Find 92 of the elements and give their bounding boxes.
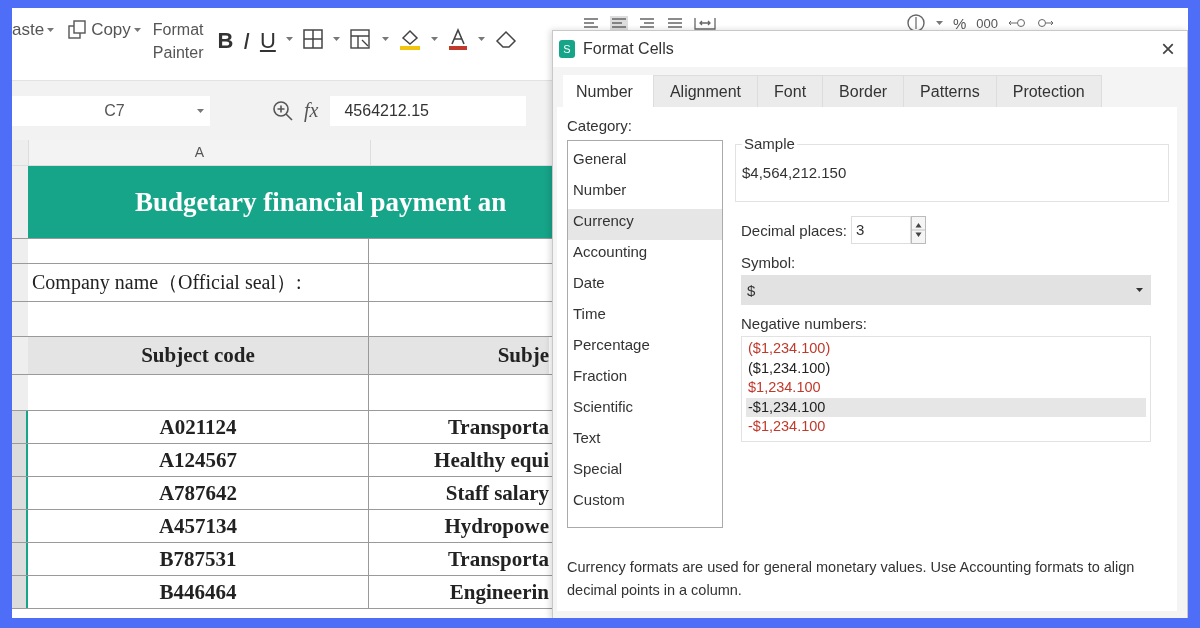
row-header[interactable]	[12, 510, 28, 542]
merge-icon[interactable]	[694, 16, 716, 30]
name-box[interactable]: C7	[12, 95, 210, 126]
category-item[interactable]: Custom	[568, 488, 722, 519]
caret-icon	[1136, 288, 1143, 292]
row-header[interactable]	[12, 477, 28, 509]
category-item[interactable]: Fraction	[568, 364, 722, 395]
symbol-label: Symbol:	[741, 254, 797, 271]
category-item[interactable]: Text	[568, 426, 722, 457]
row-header[interactable]	[12, 543, 28, 575]
category-item[interactable]: Currency	[568, 209, 722, 240]
table-cell: A457134	[28, 510, 369, 542]
column-header[interactable]: A	[29, 140, 371, 165]
underline-button[interactable]: U	[259, 28, 276, 54]
negative-format-item[interactable]: $1,234.100	[746, 378, 1146, 398]
dialog-tab[interactable]: Patterns	[903, 75, 997, 107]
sample-value: $4,564,212.150	[742, 164, 848, 181]
decimal-places-label: Decimal places:	[741, 221, 847, 239]
dialog-tab[interactable]: Protection	[995, 75, 1102, 107]
category-item[interactable]: Date	[568, 271, 722, 302]
category-label: Category:	[567, 117, 634, 134]
copy-button[interactable]: Copy	[91, 20, 131, 40]
table-cell: B446464	[28, 576, 369, 608]
eraser-icon[interactable]	[494, 29, 517, 49]
function-label[interactable]: fx	[304, 99, 319, 122]
symbol-dropdown[interactable]: $	[741, 275, 1151, 305]
category-item[interactable]: Number	[568, 178, 722, 209]
zoom-icon[interactable]	[272, 99, 294, 122]
caret-icon	[47, 28, 55, 32]
negative-format-item[interactable]: ($1,234.100)	[746, 358, 1146, 378]
bold-button[interactable]: B	[217, 28, 234, 54]
cell-style-icon[interactable]	[349, 29, 372, 49]
paste-button[interactable]: aste	[12, 20, 45, 40]
table-cell-text: Engineerin	[448, 578, 549, 606]
table-cell: A124567	[28, 444, 369, 476]
table-cell-text: Transporta	[446, 545, 549, 573]
table-cell-text: Transporta	[446, 413, 549, 441]
percent-button[interactable]: %	[953, 14, 967, 32]
caret-icon	[936, 21, 943, 25]
align-icon[interactable]	[666, 16, 684, 30]
copy-icon	[68, 20, 89, 40]
caret-icon	[381, 37, 389, 41]
category-item[interactable]: Scientific	[568, 395, 722, 426]
table-cell: A787642	[28, 477, 369, 509]
table-cell-text: Healthy equi	[433, 446, 549, 474]
negative-format-item[interactable]: -$1,234.100	[746, 397, 1146, 417]
format-painter-button[interactable]: Format Painter	[152, 18, 204, 64]
category-item[interactable]: Percentage	[568, 333, 722, 364]
caret-icon	[477, 37, 485, 41]
align-icon[interactable]	[582, 16, 600, 30]
app-icon: S	[559, 40, 575, 58]
caret-icon	[197, 108, 204, 113]
caret-icon	[285, 37, 293, 41]
category-item[interactable]: Time	[568, 302, 722, 333]
font-color-icon[interactable]	[447, 28, 468, 50]
caret-icon	[332, 37, 340, 41]
dialog-tab[interactable]: Border	[822, 75, 905, 107]
negative-format-item[interactable]: -$1,234.100	[746, 417, 1146, 437]
dialog-tab[interactable]: Font	[757, 75, 824, 107]
column-header: Subje	[369, 337, 549, 374]
borders-icon[interactable]	[302, 29, 323, 49]
dialog-tab[interactable]: Number	[563, 75, 654, 107]
currency-icon[interactable]	[906, 14, 926, 32]
dialog-title: Format Cells	[583, 40, 675, 58]
decimal-places-field[interactable]: 3	[850, 216, 911, 244]
increase-decimal-icon[interactable]	[1008, 16, 1027, 30]
align-icon[interactable]	[638, 16, 656, 30]
dialog-tab[interactable]: Alignment	[652, 75, 759, 107]
table-cell: Company name（Official seal）:	[28, 264, 369, 301]
fill-color-icon[interactable]	[398, 28, 421, 50]
negative-format-item[interactable]: ($1,234.100)	[746, 339, 1146, 359]
table-cell: B787531	[28, 543, 369, 575]
category-item[interactable]: Accounting	[568, 240, 722, 271]
row-header[interactable]	[12, 444, 28, 476]
thousands-button[interactable]: 000	[976, 15, 999, 31]
negative-numbers-label: Negative numbers:	[741, 315, 868, 332]
sample-label: Sample	[742, 135, 797, 152]
row-header[interactable]	[12, 411, 28, 443]
description-text: Currency formats are used for general monetary values. Use Accounting formats to align decimal points in a column.	[567, 558, 1136, 600]
table-cell-text: Staff salary	[444, 479, 549, 507]
column-header: Subject code	[28, 337, 369, 374]
close-button[interactable]: ×	[1161, 37, 1175, 61]
table-cell-text: Hydropowe	[443, 512, 549, 540]
align-icon[interactable]	[610, 16, 628, 30]
table-cell: A021124	[28, 411, 369, 443]
row-header[interactable]	[12, 576, 28, 608]
decrease-decimal-icon[interactable]	[1036, 16, 1055, 30]
italic-button[interactable]: I	[243, 28, 250, 54]
formula-field[interactable]: 4564212.15	[330, 95, 527, 126]
category-item[interactable]: Special	[568, 457, 722, 488]
caret-icon	[133, 28, 141, 32]
caret-icon	[430, 37, 438, 41]
